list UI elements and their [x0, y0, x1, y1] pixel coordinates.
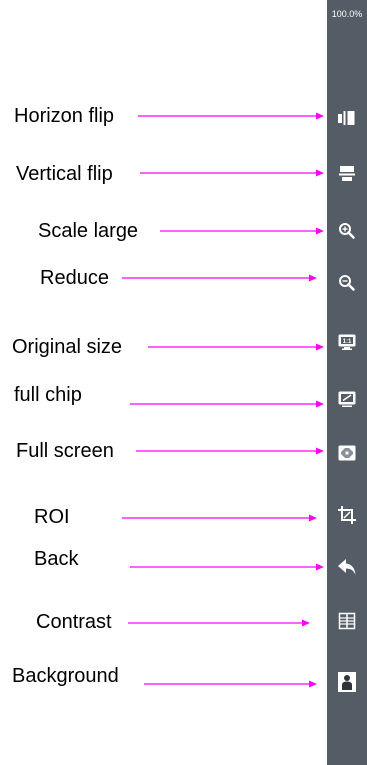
vertical-flip-icon: [339, 166, 355, 181]
label-original-size: Original size: [12, 336, 123, 358]
horizon-flip-button[interactable]: [335, 106, 359, 130]
zoom-in-icon: [339, 223, 355, 239]
roi-button[interactable]: [335, 503, 359, 527]
annotated-toolbar-figure: Horizon flip Vertical flip Scale large R…: [0, 0, 367, 765]
label-back: Back: [34, 548, 79, 570]
label-reduce: Reduce: [40, 267, 109, 289]
full-chip-icon: [338, 391, 356, 407]
back-button[interactable]: [335, 555, 359, 579]
label-horizon-flip: Horizon flip: [14, 105, 115, 127]
roi-crop-icon: [338, 506, 356, 524]
label-roi: ROI: [34, 506, 70, 528]
vertical-flip-button[interactable]: [335, 162, 359, 186]
viewer-toolbar: 100.0% 1:1: [327, 0, 367, 765]
reduce-button[interactable]: [335, 271, 359, 295]
zoom-level-readout: 100.0%: [331, 9, 363, 19]
background-person-icon: [338, 672, 356, 692]
contrast-icon: [338, 612, 356, 630]
background-button[interactable]: [335, 670, 359, 694]
full-chip-button[interactable]: [335, 387, 359, 411]
contrast-button[interactable]: [335, 609, 359, 633]
full-screen-button[interactable]: [335, 441, 359, 465]
zoom-out-icon: [339, 275, 355, 291]
scale-large-button[interactable]: [335, 219, 359, 243]
label-scale-large: Scale large: [38, 220, 139, 242]
svg-text:1:1: 1:1: [343, 339, 352, 345]
original-size-button[interactable]: 1:1: [335, 330, 359, 354]
back-arrow-icon: [338, 559, 356, 575]
label-vertical-flip: Vertical flip: [16, 163, 113, 185]
horizontal-flip-icon: [338, 111, 355, 125]
full-screen-icon: [338, 445, 356, 461]
label-contrast: Contrast: [36, 611, 112, 633]
original-size-icon: 1:1: [338, 334, 356, 350]
label-full-chip: full chip: [14, 384, 82, 406]
label-background: Background: [12, 665, 119, 687]
label-full-screen: Full screen: [16, 440, 114, 462]
